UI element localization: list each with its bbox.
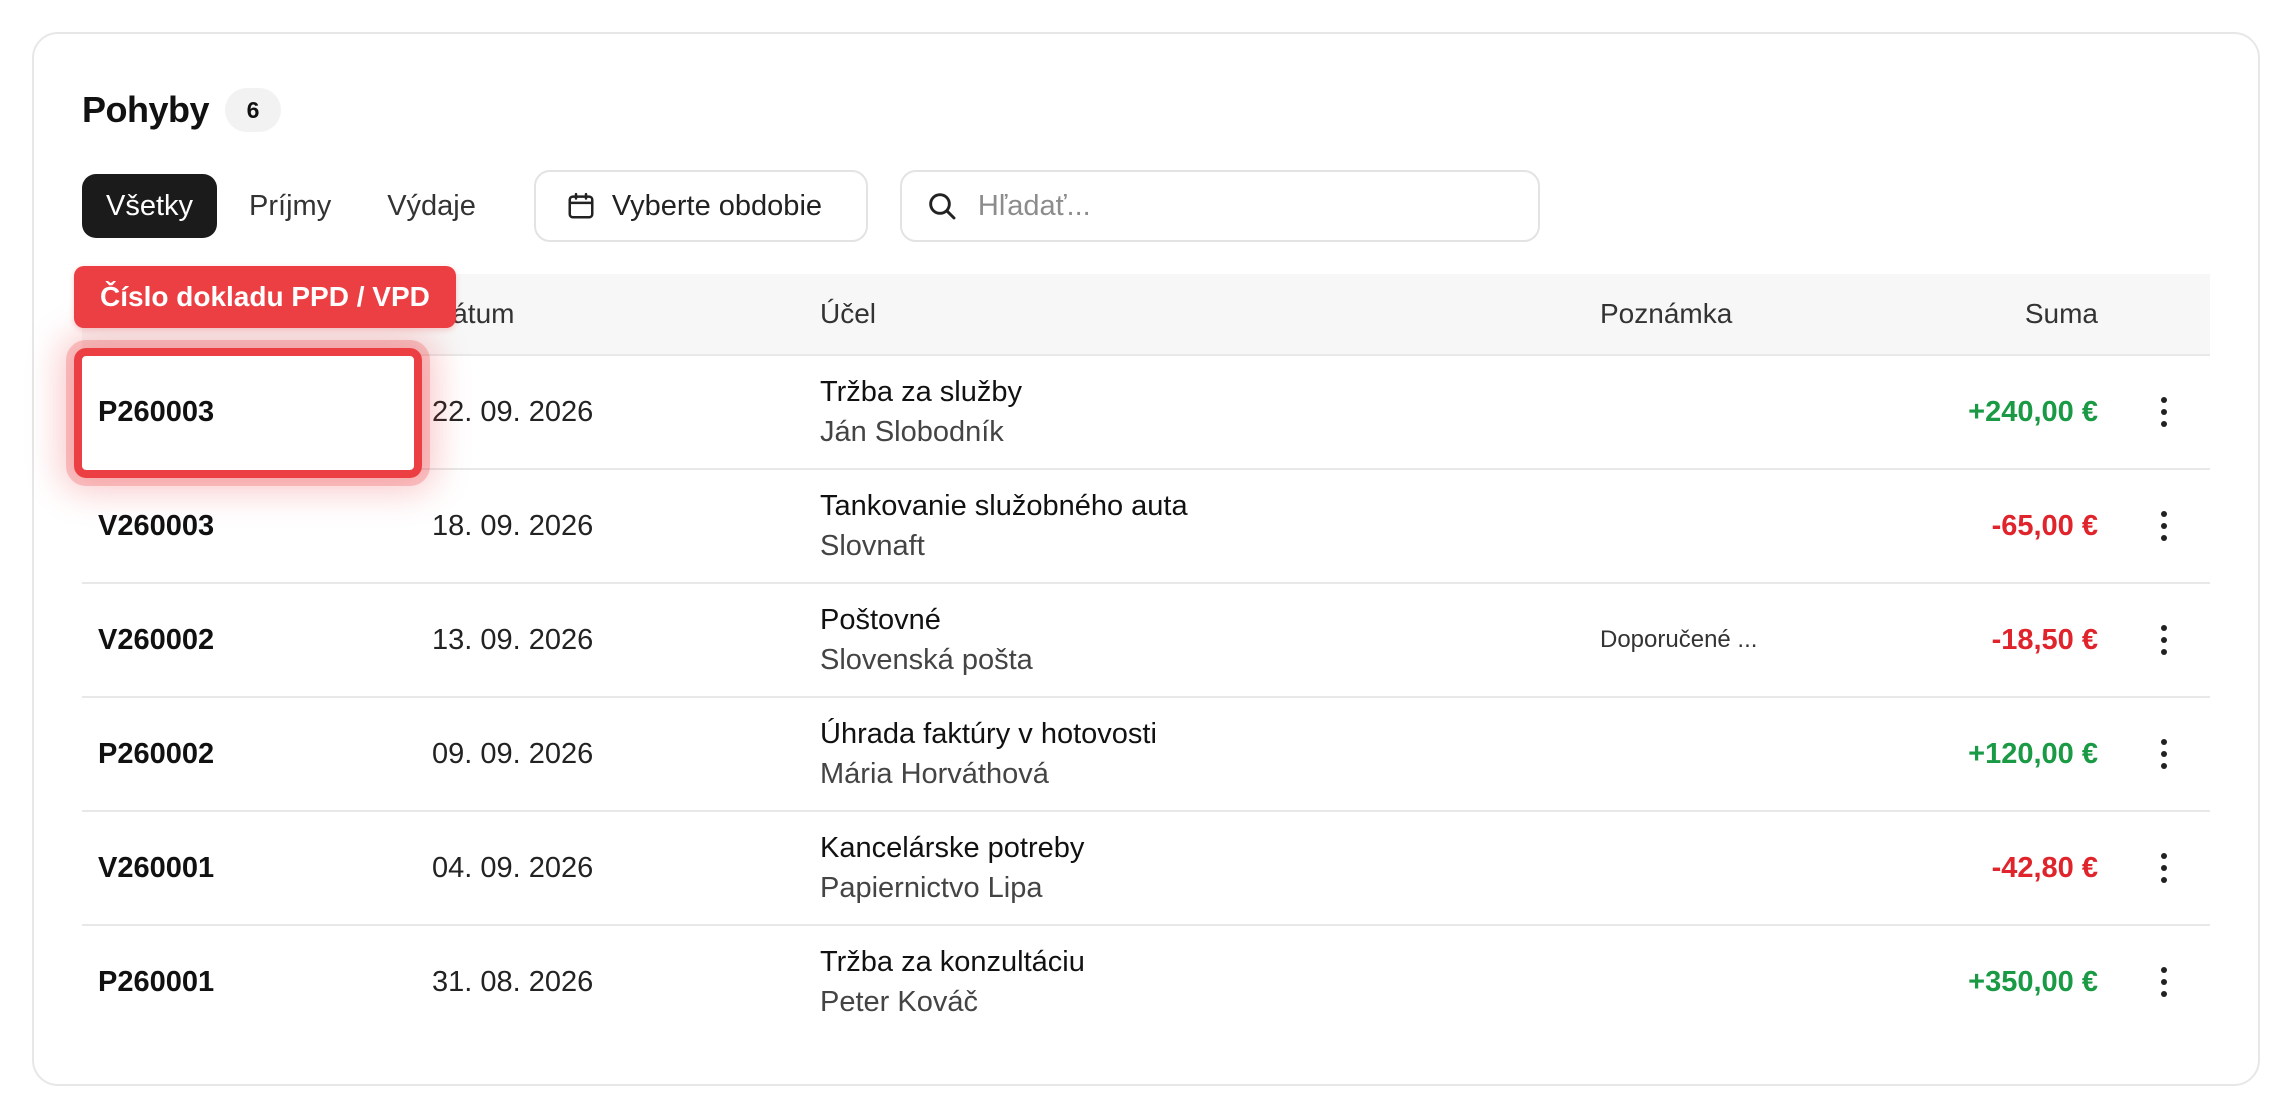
calendar-icon bbox=[566, 191, 596, 221]
more-vertical-icon[interactable] bbox=[2161, 397, 2167, 427]
more-vertical-icon[interactable] bbox=[2161, 853, 2167, 883]
tab-expenses[interactable]: Výdaje bbox=[363, 174, 500, 238]
date-cell: 13. 09. 2026 bbox=[432, 623, 594, 656]
counterparty-text: Mária Horváthová bbox=[820, 758, 1049, 790]
tab-all[interactable]: Všetky bbox=[82, 174, 218, 238]
purpose-cell: Úhrada faktúry v hotovosti Mária Horváth… bbox=[820, 698, 1580, 810]
note-cell bbox=[1600, 926, 1840, 1038]
date-cell: 22. 09. 2026 bbox=[432, 395, 594, 428]
counterparty-text: Peter Kováč bbox=[820, 986, 978, 1018]
page-title: Pohyby bbox=[82, 89, 210, 130]
doc-number: P260001 bbox=[98, 965, 215, 998]
purpose-cell: Tržba za konzultáciu Peter Kováč bbox=[820, 926, 1580, 1038]
purpose-text: Tankovanie služobného auta bbox=[820, 490, 1188, 522]
purpose-text: Úhrada faktúry v hotovosti bbox=[820, 718, 1157, 750]
note-cell bbox=[1600, 356, 1840, 468]
table-row[interactable]: V260001 04. 09. 2026 Kancelárske potreby… bbox=[82, 812, 2210, 926]
doc-number: P260003 bbox=[98, 395, 215, 428]
row-menu-button[interactable] bbox=[2154, 698, 2174, 810]
row-menu-button[interactable] bbox=[2154, 584, 2174, 696]
doc-number: V260001 bbox=[98, 851, 215, 884]
table-row[interactable]: P260002 09. 09. 2026 Úhrada faktúry v ho… bbox=[82, 698, 2210, 812]
table-row[interactable]: P260001 31. 08. 2026 Tržba za konzultáci… bbox=[82, 926, 2210, 1040]
note-cell bbox=[1600, 470, 1840, 582]
counterparty-text: Slovenská pošta bbox=[820, 644, 1033, 676]
purpose-cell: Kancelárske potreby Papiernictvo Lipa bbox=[820, 812, 1580, 924]
doc-number: V260002 bbox=[98, 623, 215, 656]
period-picker-label: Vyberte obdobie bbox=[611, 189, 823, 222]
purpose-text: Kancelárske potreby bbox=[820, 832, 1085, 864]
date-cell: 18. 09. 2026 bbox=[432, 509, 594, 542]
search-box[interactable] bbox=[899, 170, 1540, 242]
row-menu-button[interactable] bbox=[2154, 812, 2174, 924]
column-header-note[interactable]: Poznámka bbox=[1600, 274, 1732, 354]
note-cell bbox=[1600, 812, 1840, 924]
more-vertical-icon[interactable] bbox=[2161, 739, 2167, 769]
counterparty-text: Slovnaft bbox=[820, 530, 925, 562]
doc-number: P260002 bbox=[98, 737, 215, 770]
row-menu-button[interactable] bbox=[2154, 356, 2174, 468]
row-menu-button[interactable] bbox=[2154, 926, 2174, 1038]
more-vertical-icon[interactable] bbox=[2161, 967, 2167, 997]
note-cell: Doporučené ... bbox=[1600, 626, 1758, 653]
card-header: Pohyby 6 bbox=[82, 86, 282, 134]
amount-cell: +240,00 € bbox=[1968, 395, 2098, 428]
more-vertical-icon[interactable] bbox=[2161, 511, 2167, 541]
tooltip-label: Číslo dokladu PPD / VPD bbox=[74, 266, 456, 328]
table-row[interactable]: V260002 13. 09. 2026 Poštovné Slovenská … bbox=[82, 584, 2210, 698]
tab-income[interactable]: Príjmy bbox=[225, 174, 355, 238]
date-cell: 31. 08. 2026 bbox=[432, 965, 594, 998]
purpose-cell: Tankovanie služobného auta Slovnaft bbox=[820, 470, 1580, 582]
doc-number: V260003 bbox=[98, 509, 215, 542]
date-cell: 09. 09. 2026 bbox=[432, 737, 594, 770]
amount-cell: -65,00 € bbox=[1991, 509, 2098, 542]
column-header-purpose[interactable]: Účel bbox=[820, 274, 876, 354]
purpose-text: Tržba za konzultáciu bbox=[820, 946, 1085, 978]
row-menu-button[interactable] bbox=[2154, 470, 2174, 582]
purpose-text: Poštovné bbox=[820, 604, 941, 636]
search-input[interactable] bbox=[975, 188, 1500, 224]
note-cell bbox=[1600, 698, 1840, 810]
purpose-cell: Poštovné Slovenská pošta bbox=[820, 584, 1580, 696]
date-cell: 04. 09. 2026 bbox=[432, 851, 594, 884]
table-row[interactable]: V260003 18. 09. 2026 Tankovanie služobné… bbox=[82, 470, 2210, 584]
purpose-cell: Tržba za služby Ján Slobodník bbox=[820, 356, 1580, 468]
amount-cell: +120,00 € bbox=[1968, 737, 2098, 770]
search-icon bbox=[926, 190, 958, 222]
period-picker-button[interactable]: Vyberte obdobie bbox=[533, 170, 868, 242]
count-badge: 6 bbox=[225, 88, 282, 132]
amount-cell: -42,80 € bbox=[1991, 851, 2098, 884]
counterparty-text: Ján Slobodník bbox=[820, 416, 1004, 448]
amount-cell: +350,00 € bbox=[1968, 965, 2098, 998]
amount-cell: -18,50 € bbox=[1991, 623, 2098, 656]
more-vertical-icon[interactable] bbox=[2161, 625, 2167, 655]
column-header-sum[interactable]: Suma bbox=[2025, 274, 2098, 354]
filter-toolbar: Všetky Príjmy Výdaje Vyberte obdobie bbox=[82, 170, 1540, 242]
counterparty-text: Papiernictvo Lipa bbox=[820, 872, 1043, 904]
purpose-text: Tržba za služby bbox=[820, 376, 1022, 408]
